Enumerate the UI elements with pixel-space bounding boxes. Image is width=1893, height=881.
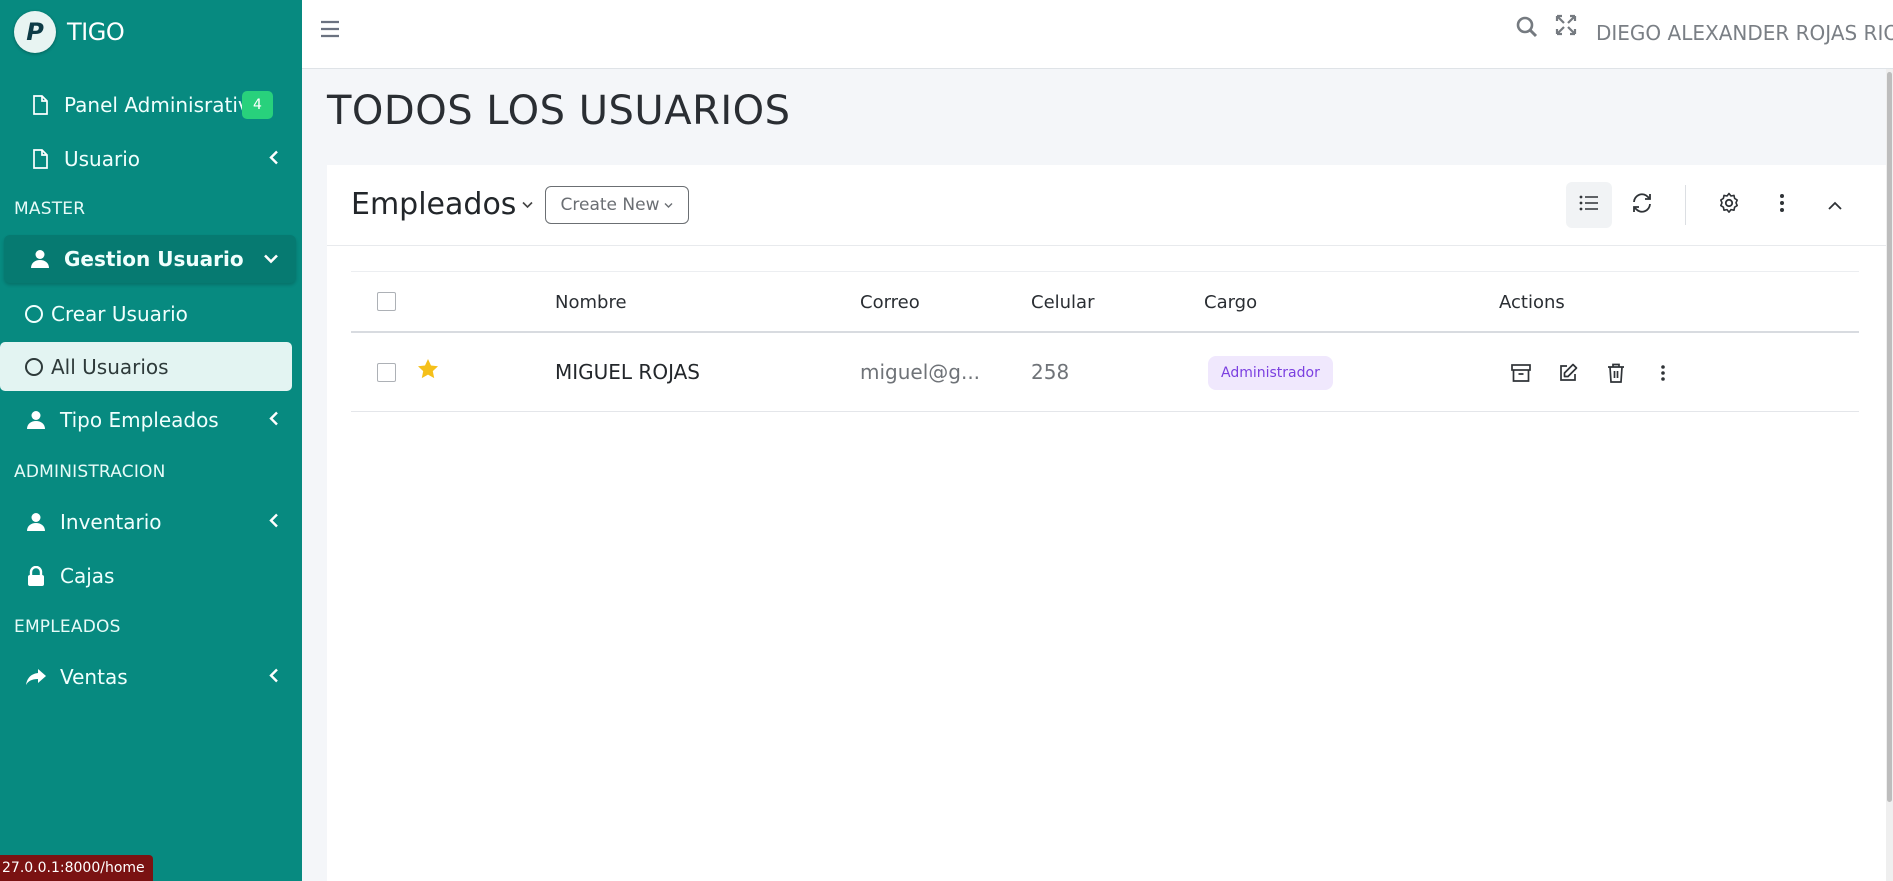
notification-badge: 4: [242, 91, 273, 119]
cell-nombre: MIGUEL ROJAS: [555, 360, 700, 384]
column-header-actions: Actions: [1499, 292, 1565, 313]
sidebar-item-label: All Usuarios: [51, 354, 169, 379]
column-header-celular[interactable]: Celular: [1031, 292, 1094, 313]
sidebar-item-cajas[interactable]: Cajas: [0, 558, 302, 594]
create-new-button[interactable]: Create New: [545, 186, 689, 224]
brand-name: TIGO: [67, 18, 125, 46]
circle-icon: [22, 302, 46, 326]
circle-icon: [22, 355, 46, 379]
cell-celular: 258: [1031, 360, 1070, 384]
chevron-up-icon: [1827, 196, 1843, 215]
card-title-dropdown[interactable]: Empleados: [351, 187, 534, 222]
select-all-checkbox[interactable]: [377, 292, 396, 311]
scrollbar-thumb[interactable]: [1887, 72, 1892, 802]
sidebar-item-label: Gestion Usuario: [64, 247, 244, 271]
list-view-button[interactable]: [1566, 182, 1612, 228]
sidebar-item-tipo-empleados[interactable]: Tipo Empleados: [0, 402, 302, 438]
top-navbar: DIEGO ALEXANDER ROJAS RIOS: [302, 0, 1893, 69]
section-header-administracion: ADMINISTRACION: [14, 462, 166, 482]
table-row[interactable]: MIGUEL ROJAS miguel@g... 258 Administrad…: [351, 333, 1859, 412]
menu-toggle-icon[interactable]: [320, 16, 340, 44]
user-icon: [24, 408, 48, 432]
chevron-down-icon: [264, 249, 278, 270]
more-options-button[interactable]: [1759, 182, 1805, 228]
more-vertical-icon[interactable]: [1651, 361, 1675, 385]
sidebar-item-label: Crear Usuario: [51, 302, 188, 326]
gear-icon: [1718, 192, 1740, 218]
list-icon: [1579, 195, 1599, 215]
chevron-left-icon: [268, 149, 280, 170]
sidebar-item-panel-administrativo[interactable]: Panel Adminisrativo 4: [0, 87, 302, 123]
user-icon: [24, 510, 48, 534]
sidebar-item-label: Inventario: [60, 510, 162, 534]
page-title: TODOS LOS USUARIOS: [327, 88, 791, 134]
chevron-left-icon: [268, 410, 280, 431]
toolbar-divider: [1685, 185, 1686, 225]
lock-icon: [24, 564, 48, 588]
sidebar-item-label: Cajas: [60, 564, 115, 588]
cell-correo: miguel@g...: [860, 360, 981, 384]
trash-icon[interactable]: [1604, 361, 1628, 385]
more-vertical-icon: [1779, 193, 1785, 217]
brand-logo-letter: P: [26, 18, 44, 46]
brand[interactable]: P TIGO: [0, 0, 302, 64]
table-header-row: Nombre Correo Celular Cargo Actions: [351, 271, 1859, 333]
file-icon: [28, 147, 52, 171]
column-header-nombre[interactable]: Nombre: [555, 292, 627, 313]
refresh-icon: [1631, 193, 1653, 217]
sidebar-item-ventas[interactable]: Ventas: [0, 659, 302, 695]
chevron-left-icon: [268, 512, 280, 533]
chevron-left-icon: [268, 667, 280, 688]
search-icon[interactable]: [1516, 16, 1538, 42]
section-header-master: MASTER: [14, 199, 86, 219]
sidebar: P TIGO Panel Adminisrativo 4 Usuario MAS…: [0, 0, 302, 881]
sidebar-item-usuario[interactable]: Usuario: [0, 141, 302, 177]
card-title-label: Empleados: [351, 187, 517, 222]
role-badge: Administrador: [1208, 356, 1333, 390]
sidebar-subitem-all-usuarios[interactable]: All Usuarios: [0, 342, 292, 391]
refresh-button[interactable]: [1619, 182, 1665, 228]
user-name-menu[interactable]: DIEGO ALEXANDER ROJAS RIOS: [1596, 21, 1893, 45]
section-header-empleados: EMPLEADOS: [14, 617, 121, 637]
chevron-down-icon: [522, 197, 534, 213]
column-header-cargo[interactable]: Cargo: [1204, 292, 1257, 313]
edit-icon[interactable]: [1556, 361, 1580, 385]
user-icon: [28, 247, 52, 271]
file-icon: [28, 93, 52, 117]
sidebar-item-label: Tipo Empleados: [60, 408, 219, 432]
sidebar-item-label: Ventas: [60, 665, 128, 689]
fullscreen-icon[interactable]: [1555, 14, 1577, 40]
collapse-button[interactable]: [1812, 182, 1858, 228]
settings-button[interactable]: [1706, 182, 1752, 228]
star-icon[interactable]: [417, 357, 439, 385]
employees-card: Empleados Create New Nombre Correo Celul…: [327, 165, 1886, 881]
sidebar-item-inventario[interactable]: Inventario: [0, 504, 302, 540]
status-bar-url: 27.0.0.1:8000/home: [0, 855, 153, 881]
chevron-down-icon: [664, 199, 673, 212]
sidebar-item-label: Usuario: [64, 147, 141, 171]
row-checkbox[interactable]: [377, 363, 396, 382]
card-header: Empleados Create New: [327, 165, 1886, 246]
sidebar-item-gestion-usuario[interactable]: Gestion Usuario: [4, 235, 296, 283]
sidebar-subitem-crear-usuario[interactable]: Crear Usuario: [0, 296, 302, 332]
share-icon: [24, 665, 48, 689]
archive-icon[interactable]: [1509, 361, 1533, 385]
create-new-label: Create New: [560, 195, 660, 215]
brand-logo: P: [14, 11, 56, 53]
column-header-correo[interactable]: Correo: [860, 292, 920, 313]
sidebar-item-label: Panel Adminisrativo: [64, 93, 262, 117]
